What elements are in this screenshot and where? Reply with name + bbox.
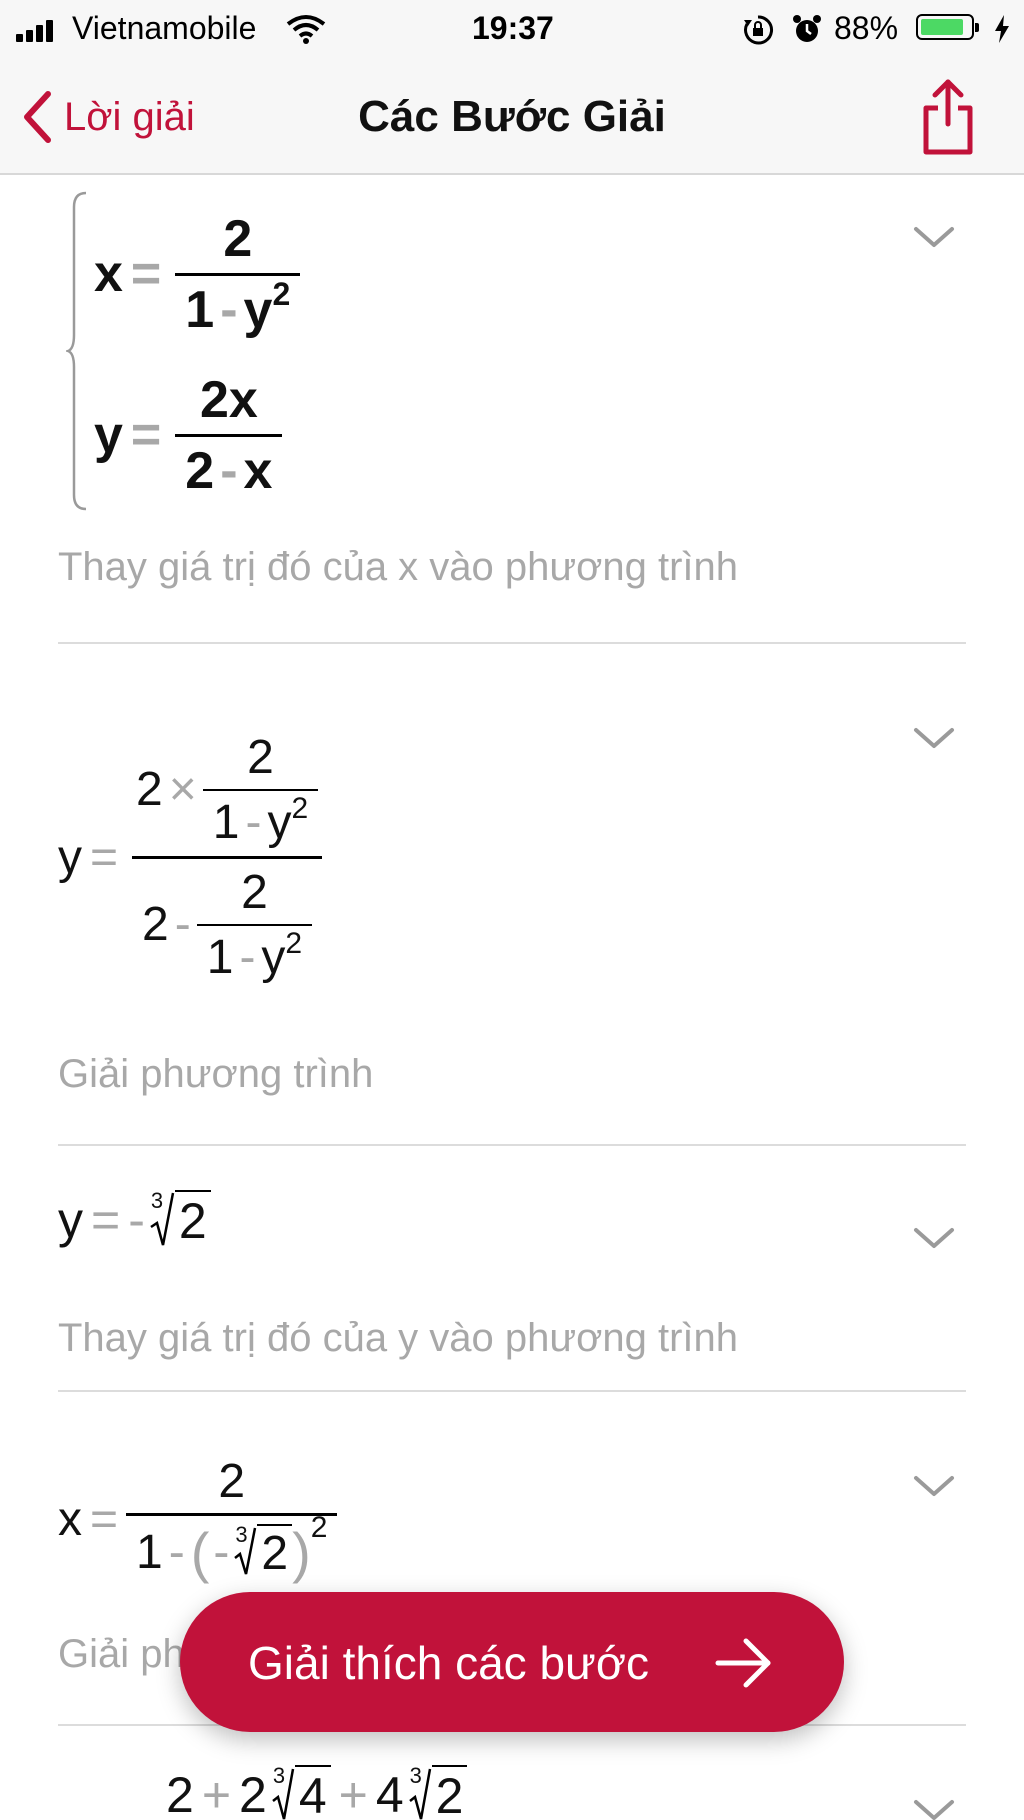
divider	[58, 1144, 966, 1146]
root-index: 3	[150, 1188, 164, 1213]
operator: -	[245, 795, 262, 849]
wifi-icon	[286, 15, 326, 44]
numerator: 2x	[199, 370, 258, 429]
explain-steps-label: Giải thích các bước	[248, 1637, 649, 1689]
operator: =	[90, 830, 119, 884]
variable: x	[58, 1492, 82, 1546]
operator: +	[338, 1767, 368, 1820]
arrow-right-icon	[715, 1638, 771, 1688]
radicand: 2	[431, 1765, 468, 1820]
navigation-bar: Lời giải Các Bước Giải	[0, 58, 1024, 175]
rotation-lock-icon	[744, 15, 774, 45]
step-description: Thay giá trị đó của x vào phương trình	[58, 545, 739, 589]
operator: =	[91, 1192, 121, 1248]
substituted-equation: y = 2 × 2 1 - y 2 2 - 2 1 - y 2	[58, 692, 328, 1022]
result-y: y = - 3 2	[58, 1188, 211, 1252]
divider	[58, 1390, 966, 1392]
term: 1	[136, 1525, 163, 1579]
expanded-expression: 2 + 2 3 4 + 4 3 2	[166, 1760, 468, 1820]
divider	[58, 642, 966, 644]
chevron-down-icon[interactable]	[912, 1224, 956, 1252]
battery-icon	[916, 14, 979, 40]
variable: y	[267, 795, 292, 849]
explain-steps-button[interactable]: Giải thích các bước	[180, 1592, 844, 1732]
step-description: Giải ph	[58, 1632, 185, 1676]
root-index: 3	[409, 1763, 422, 1788]
chevron-down-icon[interactable]	[912, 1796, 956, 1820]
step-description: Thay giá trị đó của y vào phương trình	[58, 1316, 739, 1360]
operator: =	[130, 406, 162, 464]
operator: -	[168, 1525, 185, 1579]
chevron-down-icon[interactable]	[912, 223, 956, 251]
variable: y	[58, 830, 82, 884]
step-description: Giải phương trình	[58, 1052, 374, 1096]
root-index: 3	[235, 1521, 248, 1547]
equation-x: x = 2 1 - y 2	[94, 189, 306, 359]
clock: 19:37	[472, 10, 554, 46]
chevron-down-icon[interactable]	[912, 724, 956, 752]
numerator: 2	[241, 865, 268, 919]
exponent: 2	[272, 275, 291, 312]
operator: -	[220, 441, 238, 500]
radicand: 2	[257, 1523, 293, 1581]
cube-root: 3 2	[408, 1763, 468, 1820]
page-title: Các Bước Giải	[358, 92, 666, 141]
carrier-label: Vietnamobile	[72, 10, 257, 46]
charging-icon	[995, 15, 1009, 43]
operator: -	[220, 280, 238, 339]
variable: y	[243, 280, 273, 339]
operator: -	[213, 1525, 230, 1579]
root-index: 3	[272, 1763, 286, 1788]
exponent: 2	[285, 926, 303, 960]
coefficient: 2	[136, 763, 163, 816]
term: 1	[206, 930, 234, 984]
battery-percent: 88%	[834, 10, 899, 46]
system-brace	[66, 191, 87, 511]
substituted-x: x = 2 1 - ( - 3 2 ) 2	[58, 1444, 338, 1594]
term: 1	[185, 280, 215, 339]
outer-numerator: 2 × 2 1 - y 2	[126, 730, 328, 856]
numerator: 2	[223, 209, 253, 268]
operator: -	[174, 898, 191, 951]
cube-root: 3 2	[233, 1521, 293, 1581]
exponent: 2	[291, 791, 309, 825]
term: 2	[185, 441, 215, 500]
operator: =	[130, 245, 162, 303]
variable: y	[261, 930, 286, 984]
variable: x	[94, 245, 123, 303]
equation-y: y = 2x 2 - x	[94, 371, 288, 500]
operator: ×	[168, 763, 197, 816]
variable: x	[243, 441, 273, 500]
share-icon[interactable]	[918, 76, 978, 156]
operator: =	[90, 1492, 119, 1546]
exponent: 2	[310, 1511, 328, 1544]
term: 2	[239, 1767, 267, 1820]
numerator: 2	[247, 730, 274, 784]
chevron-down-icon[interactable]	[912, 1472, 956, 1500]
coefficient: 2	[142, 898, 169, 951]
outer-denominator: 2 - 2 1 - y 2	[132, 855, 323, 985]
cube-root: 3 4	[271, 1763, 331, 1820]
operator: +	[201, 1767, 232, 1820]
alarm-icon	[793, 15, 821, 42]
numerator: 2	[218, 1454, 246, 1508]
operator: -	[239, 930, 256, 984]
term: 2	[166, 1767, 194, 1820]
solution-step-5[interactable]: 2 + 2 3 4 + 4 3 2	[0, 1726, 1024, 1820]
operator: -	[128, 1192, 145, 1248]
term: 1	[212, 795, 240, 849]
radicand: 2	[174, 1190, 211, 1250]
status-bar: Vietnamobile 19:37 88%	[0, 0, 1024, 58]
variable: y	[58, 1192, 83, 1248]
denominator: 1 - ( - 3 2 ) 2	[126, 1511, 338, 1585]
radicand: 4	[294, 1765, 331, 1820]
cube-root: 3 2	[149, 1188, 211, 1250]
term: 4	[375, 1767, 404, 1820]
variable: y	[94, 406, 123, 464]
